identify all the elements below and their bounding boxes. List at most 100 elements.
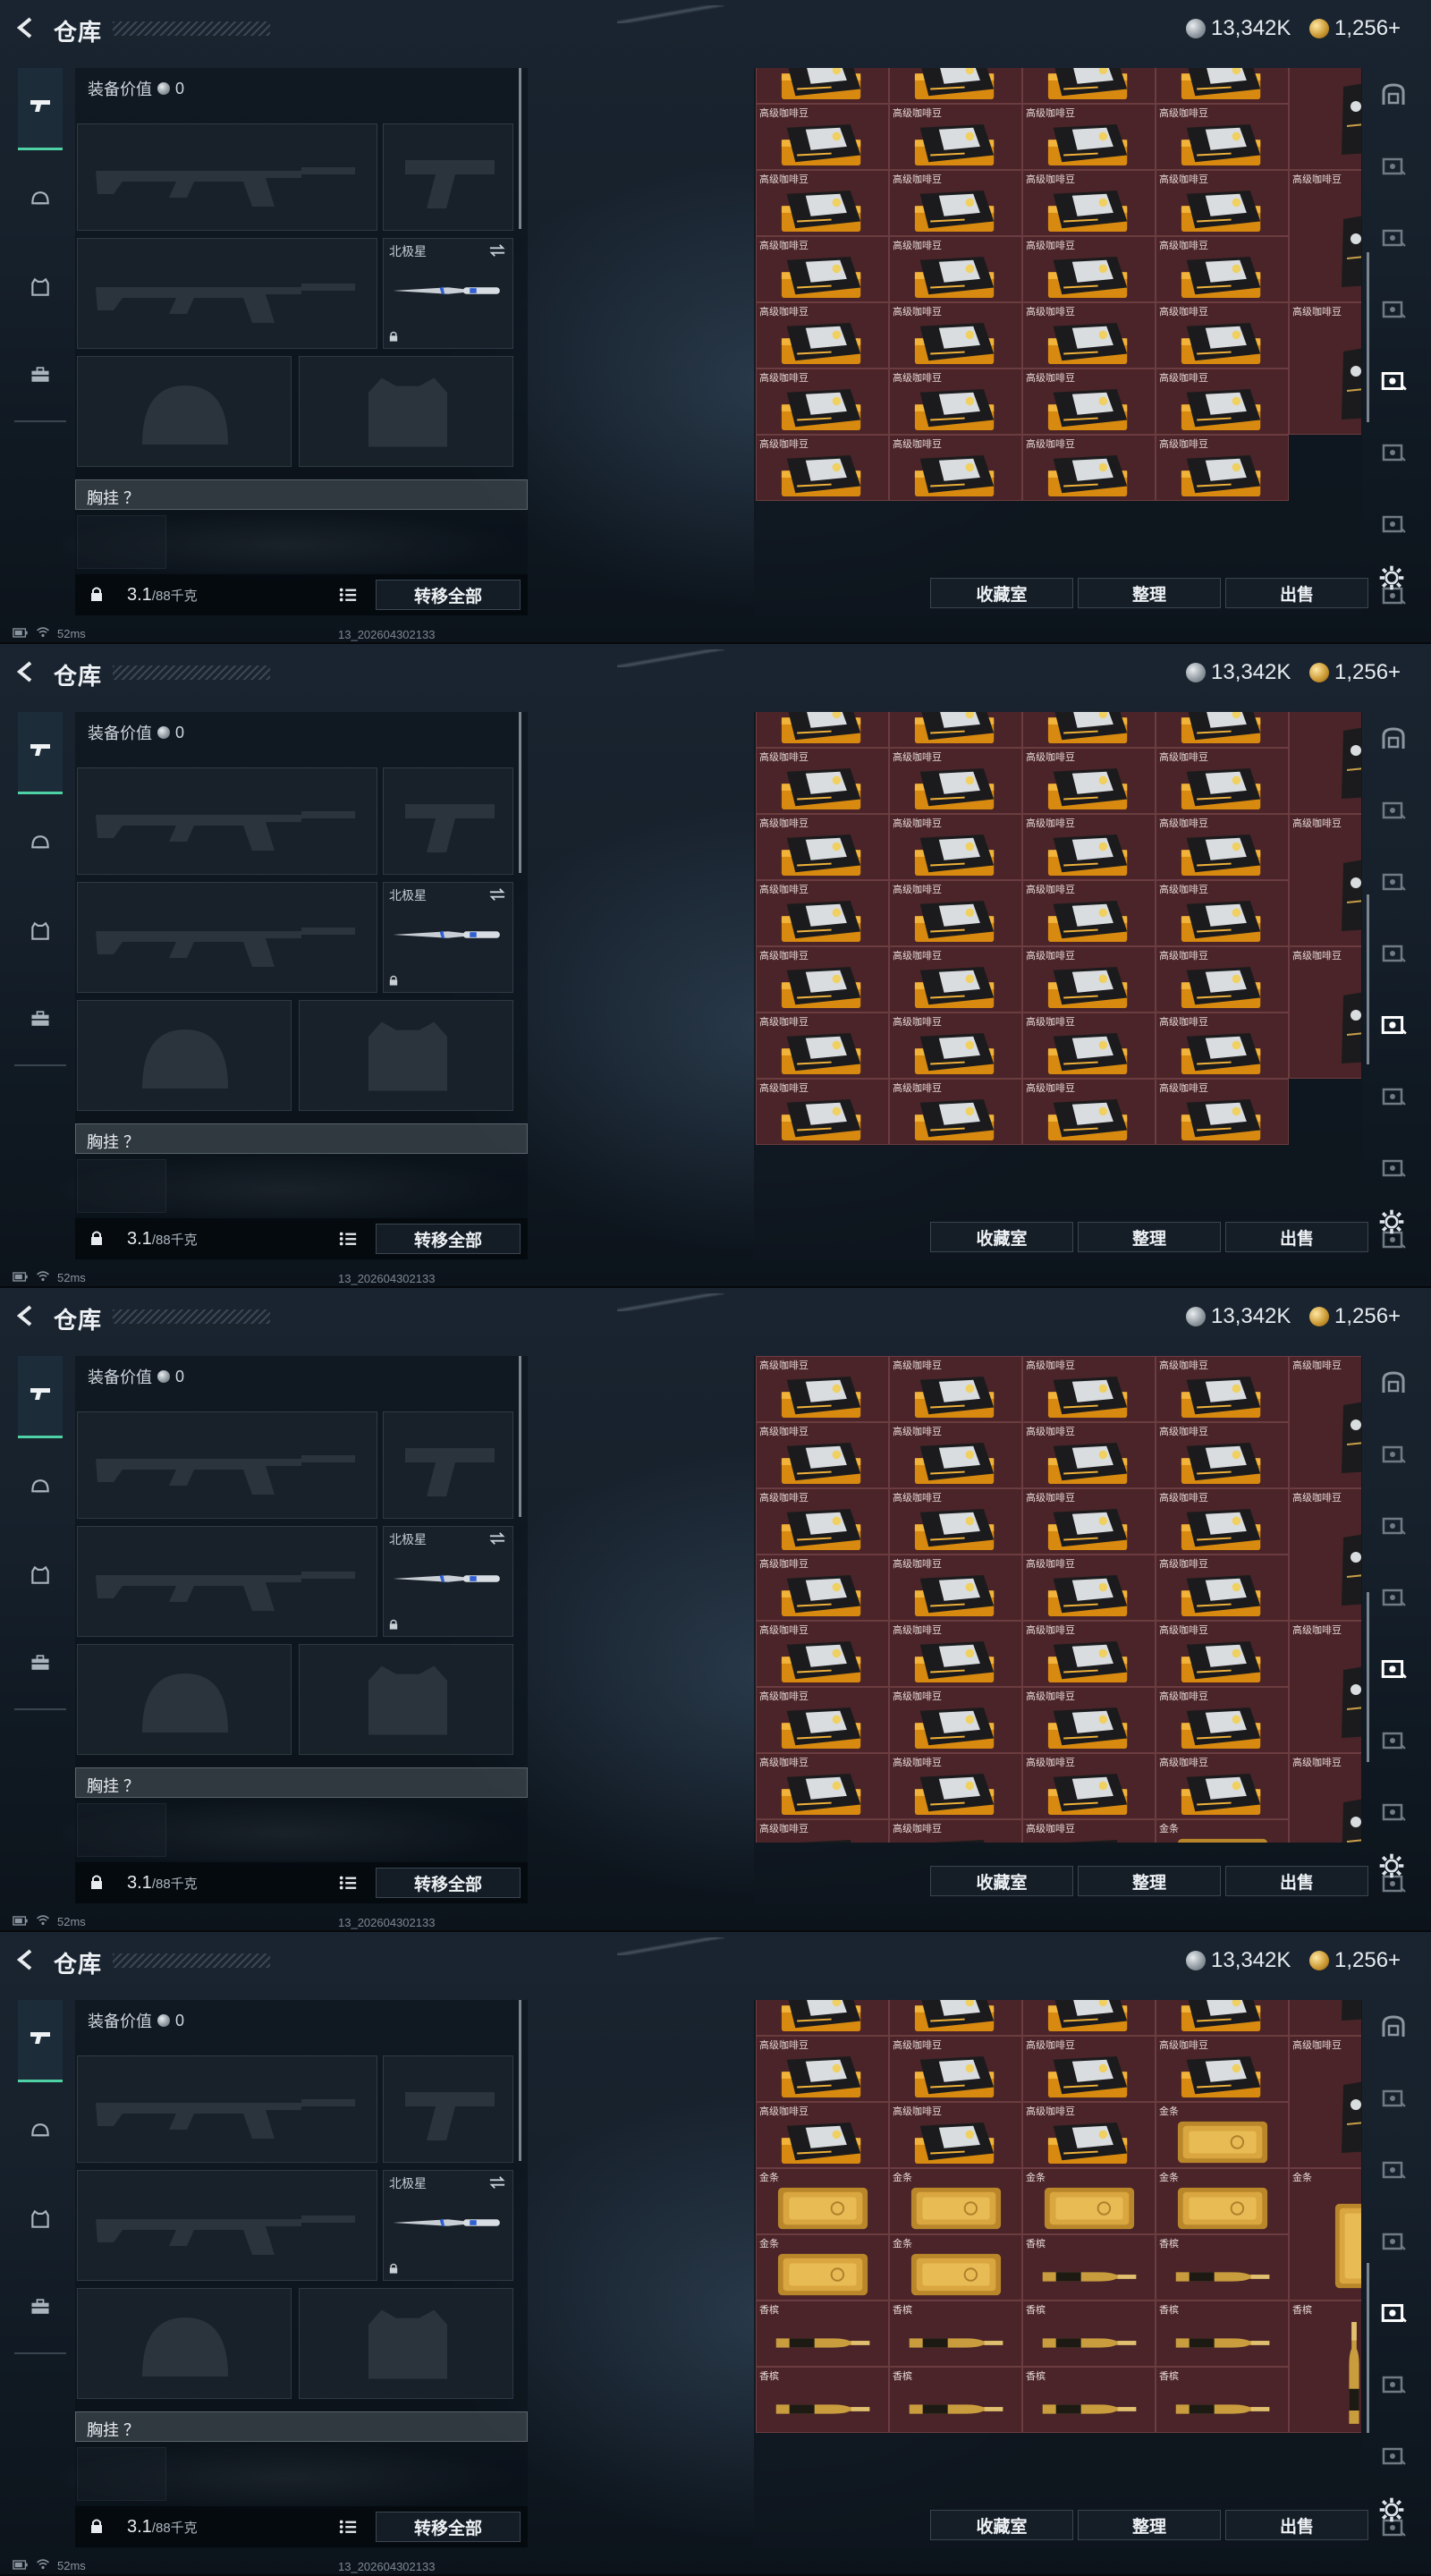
collection-room-button[interactable]: 收藏室 — [930, 1222, 1073, 1252]
storage-tab-3[interactable] — [1374, 1580, 1413, 1619]
collection-room-button[interactable]: 收藏室 — [930, 1866, 1073, 1896]
settings-gear-icon[interactable] — [1377, 1852, 1410, 1884]
storage-tab-3[interactable] — [1374, 292, 1413, 331]
storage-item-cell[interactable]: 高级咖啡豆 — [889, 880, 1022, 946]
collection-room-tab[interactable] — [1374, 77, 1413, 116]
storage-item-cell[interactable]: 金条 — [1156, 2168, 1289, 2234]
storage-item-cell[interactable]: 高级咖啡豆 — [1022, 748, 1156, 814]
storage-item-cell[interactable]: 香槟 — [1022, 2301, 1156, 2367]
storage-item-cell[interactable]: 香槟 — [889, 2301, 1022, 2367]
settings-gear-icon[interactable] — [1377, 1208, 1410, 1240]
storage-item-cell[interactable]: 高级咖啡豆 — [1022, 68, 1156, 104]
storage-item-cell[interactable]: 高级咖啡豆 — [756, 880, 889, 946]
storage-item-cell[interactable]: 高级咖啡豆 — [756, 1488, 889, 1555]
storage-item-cell[interactable]: 高级咖啡豆 — [756, 435, 889, 501]
storage-item-cell[interactable]: 高级咖啡豆 — [1156, 748, 1289, 814]
equipment-scrollbar[interactable] — [519, 712, 521, 873]
backpack-tab[interactable] — [18, 354, 63, 399]
pistol-slot[interactable] — [383, 2055, 513, 2163]
primary-weapon-slot[interactable] — [77, 1411, 377, 1519]
storage-item-cell[interactable]: 高级咖啡豆 — [889, 104, 1022, 170]
storage-item-cell[interactable]: 香槟 — [1156, 2234, 1289, 2301]
transfer-all-button[interactable]: 转移全部 — [376, 1868, 521, 1898]
storage-tab-4[interactable] — [1374, 1007, 1413, 1046]
silver-currency[interactable]: 13,342K — [1186, 1948, 1291, 1973]
storage-item-cell[interactable]: 高级咖啡豆 — [889, 236, 1022, 302]
backpack-tab[interactable] — [18, 998, 63, 1043]
storage-item-cell[interactable]: 金条 — [756, 2168, 889, 2234]
storage-item-cell[interactable]: 高级咖啡豆 — [1022, 712, 1156, 748]
storage-item-cell[interactable]: 高级咖啡豆 — [889, 1356, 1022, 1422]
armor-tab[interactable] — [18, 1467, 63, 1512]
storage-item-cell[interactable]: 高级咖啡豆 — [756, 236, 889, 302]
storage-item-cell[interactable]: 高级咖啡豆 — [889, 68, 1022, 104]
transfer-all-button[interactable]: 转移全部 — [376, 2512, 521, 2542]
storage-item-cell[interactable]: 高级咖啡豆 — [1156, 1555, 1289, 1621]
melee-slot[interactable]: 北极星 — [383, 1526, 513, 1637]
storage-item-cell[interactable]: 高级咖啡豆 — [1022, 1819, 1156, 1843]
storage-item-cell[interactable]: 高级咖啡豆 — [1289, 2000, 1361, 2036]
storage-item-cell[interactable]: 高级咖啡豆 — [1156, 946, 1289, 1013]
storage-tab-1[interactable] — [1374, 148, 1413, 188]
storage-tab-4[interactable] — [1374, 2295, 1413, 2334]
storage-item-cell[interactable]: 香槟 — [1156, 2301, 1289, 2367]
storage-item-cell[interactable]: 高级咖啡豆 — [1022, 2036, 1156, 2102]
storage-tab-3[interactable] — [1374, 2224, 1413, 2263]
silver-currency[interactable]: 13,342K — [1186, 660, 1291, 685]
storage-item-cell[interactable]: 金条 — [1289, 2168, 1361, 2301]
storage-item-cell[interactable]: 高级咖啡豆 — [756, 712, 889, 748]
equipment-scrollbar[interactable] — [519, 2000, 521, 2161]
storage-item-cell[interactable]: 高级咖啡豆 — [1289, 814, 1361, 946]
storage-item-cell[interactable]: 高级咖啡豆 — [889, 1422, 1022, 1488]
weapon-tab[interactable] — [18, 68, 63, 150]
storage-item-cell[interactable]: 高级咖啡豆 — [1156, 2000, 1289, 2036]
backpack-tab[interactable] — [18, 1642, 63, 1687]
storage-item-cell[interactable]: 高级咖啡豆 — [1156, 1687, 1289, 1753]
storage-item-cell[interactable]: 高级咖啡豆 — [756, 68, 889, 104]
storage-item-cell[interactable]: 高级咖啡豆 — [1022, 1555, 1156, 1621]
gold-currency[interactable]: 1,256+ — [1309, 660, 1401, 685]
storage-tab-1[interactable] — [1374, 1436, 1413, 1476]
storage-item-cell[interactable]: 高级咖啡豆 — [1289, 1753, 1361, 1843]
list-icon[interactable] — [338, 2517, 358, 2541]
storage-tab-4[interactable] — [1374, 1651, 1413, 1690]
gold-currency[interactable]: 1,256+ — [1309, 1304, 1401, 1329]
storage-item-cell[interactable]: 高级咖啡豆 — [889, 2036, 1022, 2102]
storage-item-cell[interactable]: 高级咖啡豆 — [1156, 1356, 1289, 1422]
storage-tab-2[interactable] — [1374, 220, 1413, 259]
storage-item-cell[interactable]: 高级咖啡豆 — [1156, 1013, 1289, 1079]
storage-item-cell[interactable]: 高级咖啡豆 — [1156, 369, 1289, 435]
storage-item-cell[interactable]: 高级咖啡豆 — [756, 2102, 889, 2168]
melee-slot[interactable]: 北极星 — [383, 2170, 513, 2281]
vest-tab[interactable] — [18, 267, 63, 311]
storage-item-cell[interactable]: 高级咖啡豆 — [1022, 435, 1156, 501]
storage-item-cell[interactable]: 高级咖啡豆 — [1022, 1356, 1156, 1422]
storage-tab-5[interactable] — [1374, 2367, 1413, 2406]
storage-item-cell[interactable]: 金条 — [1022, 2168, 1156, 2234]
storage-item-cell[interactable]: 高级咖啡豆 — [889, 1555, 1022, 1621]
storage-item-cell[interactable]: 高级咖啡豆 — [756, 1753, 889, 1819]
chest-rig-header[interactable]: 胸挂 ？ — [75, 1767, 528, 1798]
storage-item-cell[interactable]: 高级咖啡豆 — [756, 946, 889, 1013]
sell-button[interactable]: 出售 — [1225, 2510, 1368, 2540]
sort-button[interactable]: 整理 — [1078, 1222, 1221, 1252]
storage-item-cell[interactable]: 高级咖啡豆 — [889, 1488, 1022, 1555]
equipment-scrollbar[interactable] — [519, 68, 521, 229]
storage-item-cell[interactable]: 金条 — [756, 2234, 889, 2301]
storage-tab-6[interactable] — [1374, 506, 1413, 546]
storage-item-cell[interactable]: 高级咖啡豆 — [756, 814, 889, 880]
list-icon[interactable] — [338, 1229, 358, 1253]
secondary-weapon-slot[interactable] — [77, 1526, 377, 1637]
helmet-slot[interactable] — [77, 1000, 292, 1111]
storage-item-cell[interactable]: 高级咖啡豆 — [889, 1013, 1022, 1079]
equipment-scrollbar[interactable] — [519, 1356, 521, 1517]
weapon-tab[interactable] — [18, 2000, 63, 2082]
storage-item-cell[interactable]: 高级咖啡豆 — [756, 2036, 889, 2102]
sell-button[interactable]: 出售 — [1225, 1866, 1368, 1896]
storage-tab-6[interactable] — [1374, 2438, 1413, 2478]
armor-tab[interactable] — [18, 823, 63, 868]
storage-item-cell[interactable]: 高级咖啡豆 — [1156, 1422, 1289, 1488]
storage-scrollbar[interactable] — [1367, 2263, 1369, 2433]
storage-item-cell[interactable]: 高级咖啡豆 — [1022, 880, 1156, 946]
weapon-tab[interactable] — [18, 1356, 63, 1438]
